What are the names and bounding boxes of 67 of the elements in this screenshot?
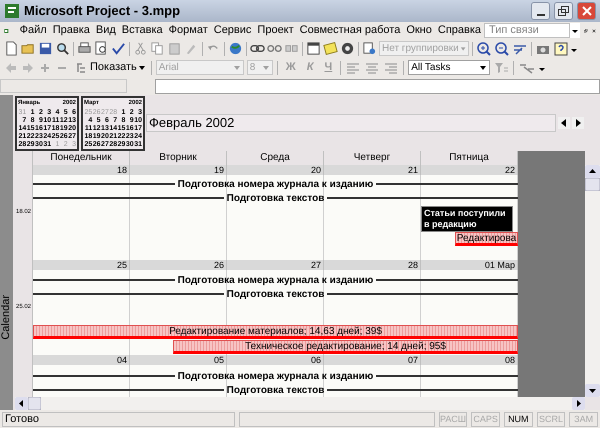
calendar-icon[interactable]	[306, 41, 321, 56]
summary-task-label: Подготовка номера журнала к изданию	[176, 370, 374, 384]
summary-task-label: Подготовка номера журнала к изданию	[176, 178, 374, 192]
horizontal-scrollbar[interactable]	[15, 397, 585, 410]
status-text: Готово	[2, 412, 236, 426]
task-bar: Техническое редактирование; 14 дней; 95$	[173, 340, 518, 354]
scroll-right-button[interactable]	[572, 397, 585, 410]
menu-item[interactable]: Сервис	[210, 22, 254, 39]
help-icon[interactable]	[553, 40, 569, 56]
copy-icon[interactable]	[150, 41, 165, 56]
summary-task-label: Подготовка текстов	[226, 288, 326, 302]
minimize-icon	[536, 14, 544, 16]
menu-item[interactable]: Вид	[92, 22, 119, 39]
view-label: Calendar	[0, 295, 14, 340]
scroll-thumb[interactable]	[585, 178, 600, 191]
status-indicator: SCRL	[536, 412, 566, 426]
note-icon[interactable]	[323, 41, 338, 56]
dropdown-icon	[479, 64, 488, 72]
menu-item[interactable]: Совместная работа	[296, 22, 404, 39]
dropdown-icon	[232, 64, 241, 72]
vertical-scrollbar[interactable]	[585, 165, 600, 397]
entry-field[interactable]	[155, 78, 600, 94]
caret-icon	[138, 64, 145, 70]
help-field[interactable]: Тип связи	[484, 23, 570, 38]
task-bar: Редактирование материалов; 14,63 дней; 39$	[33, 325, 518, 339]
magnifier-icon[interactable]	[55, 41, 70, 56]
scroll-up-button[interactable]	[585, 165, 600, 178]
menu-item[interactable]: Окно	[403, 22, 435, 39]
scroll-left-button[interactable]	[15, 397, 28, 410]
summary-task-label: Подготовка номера журнала к изданию	[176, 274, 374, 288]
new-document-icon[interactable]	[4, 41, 19, 56]
month-title: Февраль 2002	[146, 114, 556, 132]
summary-task-label: Подготовка текстов	[226, 192, 326, 206]
resource-icon[interactable]	[362, 41, 377, 56]
show-button[interactable]: Показать	[72, 59, 147, 76]
zoom-out-icon[interactable]	[494, 40, 510, 56]
window-title: Microsoft Project - 3.mpp	[24, 2, 182, 20]
status-indicator: ЗАМ	[569, 412, 598, 426]
scroll-thumb[interactable]	[28, 397, 41, 410]
minimize-button[interactable]	[531, 2, 550, 20]
filter-dropdown[interactable]: All Tasks	[408, 60, 490, 75]
task-bar: Редактирова	[455, 232, 518, 246]
menu-item[interactable]: Файл	[16, 22, 50, 39]
globe-icon[interactable]	[228, 41, 243, 56]
subtasks-icon	[74, 60, 88, 74]
app-icon	[4, 3, 20, 19]
milestone-box: Статьи поступили в редакцию	[421, 206, 513, 232]
status-indicator: РАСШ	[438, 412, 468, 426]
status-indicator: CAPS	[471, 412, 500, 426]
menu-item[interactable]: Справка	[434, 22, 484, 39]
scroll-down-button[interactable]	[585, 384, 600, 397]
menu-item[interactable]: Правка	[50, 22, 93, 39]
menu-item[interactable]: Формат	[166, 22, 211, 39]
status-indicator: NUM	[504, 412, 533, 426]
dropdown-icon	[460, 44, 466, 52]
menu-item[interactable]: Вставка	[118, 22, 166, 39]
summary-task-label: Подготовка текстов	[226, 384, 326, 397]
dropdown-icon	[262, 64, 270, 72]
close-button[interactable]	[577, 2, 596, 20]
close-icon	[582, 6, 592, 16]
restore-icon	[558, 6, 569, 16]
spelling-icon[interactable]	[111, 41, 126, 56]
next-month-button[interactable]	[572, 117, 584, 129]
restore-button[interactable]	[554, 2, 573, 20]
zoom-in-icon[interactable]	[476, 40, 492, 56]
menu-item[interactable]: Проект	[254, 22, 297, 39]
previous-month-button[interactable]	[558, 117, 570, 129]
